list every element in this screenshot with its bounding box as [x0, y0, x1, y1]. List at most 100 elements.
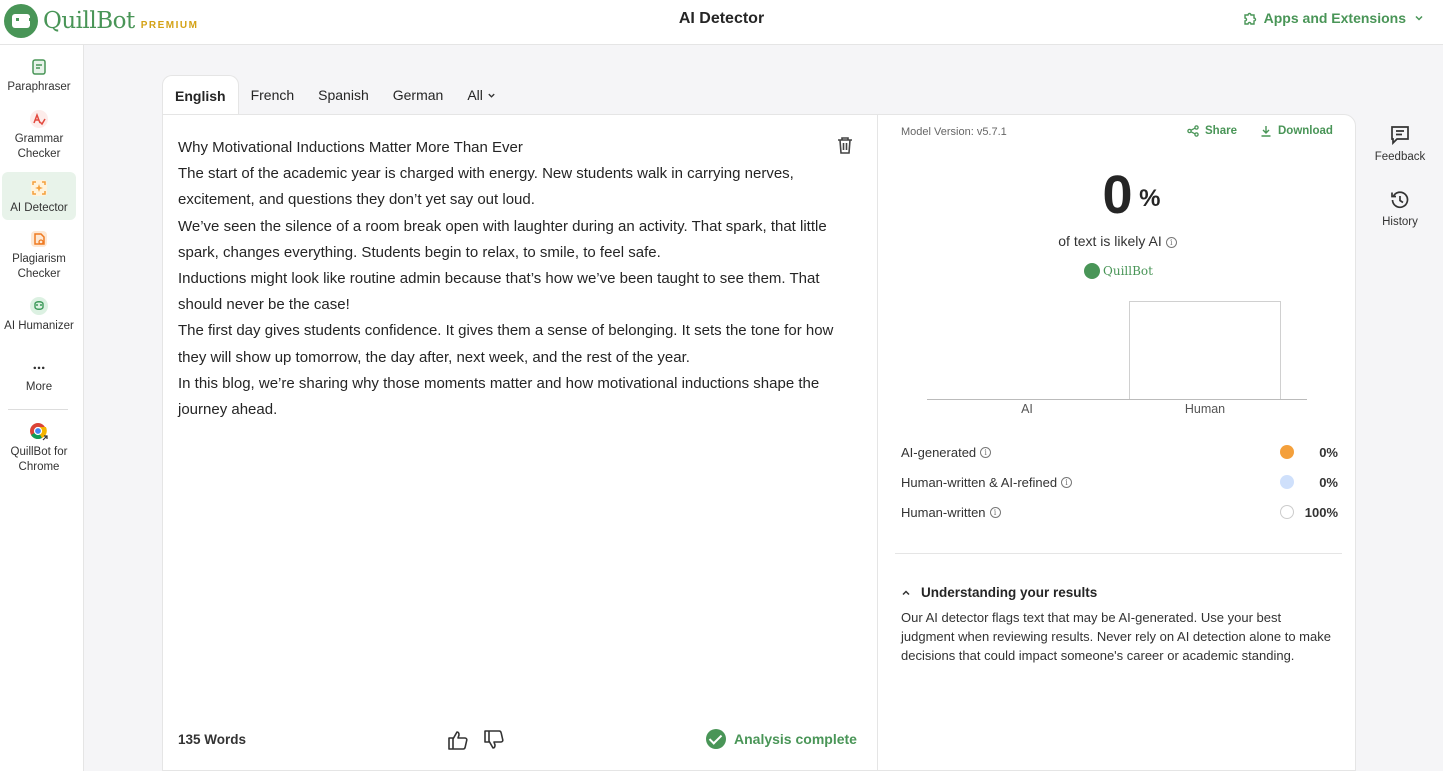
breakdown-row-ai-generated: AI-generated i 0% — [901, 437, 1338, 467]
quillbot-logo-icon — [1084, 263, 1100, 279]
tab-all-dropdown[interactable]: All — [455, 75, 508, 115]
model-version: Model Version: v5.7.1 — [901, 126, 1007, 138]
score-unit: % — [1139, 185, 1161, 212]
download-label: Download — [1278, 125, 1333, 137]
sidebar-item-grammar-checker[interactable]: Grammar Checker — [2, 109, 76, 165]
info-icon[interactable]: i — [989, 506, 1001, 518]
page-title: AI Detector — [678, 10, 765, 27]
info-icon[interactable]: i — [1165, 237, 1177, 248]
results-breakdown: AI-generated i 0% Human-written & AI-refi… — [901, 437, 1338, 527]
history-label: History — [1382, 216, 1418, 228]
info-icon[interactable]: i — [980, 446, 992, 458]
ai-generated-dot — [1280, 445, 1294, 459]
understanding-toggle[interactable]: Understanding your results — [901, 585, 1097, 600]
feedback-icon — [1391, 126, 1409, 145]
trash-icon[interactable] — [836, 135, 854, 155]
sidebar-item-label: Paraphraser — [7, 81, 71, 93]
breakdown-value: 100% — [1304, 504, 1338, 520]
results-divider — [895, 553, 1342, 554]
ai-score-value: 0% — [1102, 165, 1160, 225]
editor-paragraph: In this blog, we’re sharing why those mo… — [178, 374, 820, 419]
top-bar: QuillBot PREMIUM AI Detector Apps and Ex… — [0, 0, 1443, 45]
thumbs-down-icon[interactable] — [483, 729, 505, 751]
analysis-status: Analysis complete — [706, 729, 857, 749]
tab-german[interactable]: German — [381, 75, 456, 115]
detector-card: Why Motivational Inductions Matter More … — [162, 114, 1356, 771]
sidebar-item-ai-detector[interactable]: AI Detector — [2, 172, 76, 220]
sidebar-item-label: Grammar Checker — [14, 133, 64, 160]
sidebar-item-ai-humanizer[interactable]: AI Humanizer — [2, 296, 76, 352]
tab-french[interactable]: French — [239, 75, 307, 115]
share-button[interactable]: Share — [1187, 125, 1237, 137]
tab-spanish[interactable]: Spanish — [306, 75, 381, 115]
quillbot-brand-mark: QuillBot — [1084, 263, 1153, 279]
sidebar-item-label: AI Detector — [10, 202, 68, 214]
tab-english[interactable]: English — [162, 75, 239, 116]
plagiarism-checker-icon — [31, 231, 47, 247]
understanding-text: Our AI detector flags text that may be A… — [901, 610, 1331, 663]
sidebar-item-more[interactable]: More — [2, 363, 76, 399]
sidebar-item-label: More — [25, 381, 53, 393]
sidebar: Paraphraser Grammar Checker AI Detector … — [0, 45, 84, 771]
chart-x-axis — [927, 399, 1307, 400]
human-written-dot — [1280, 505, 1294, 519]
history-icon — [1391, 191, 1409, 209]
sidebar-item-label: AI Humanizer — [4, 320, 74, 332]
history-button[interactable]: History — [1368, 190, 1432, 228]
breakdown-row-human-ai-refined: Human-written & AI-refined i 0% — [901, 467, 1338, 497]
tab-all-label: All — [467, 87, 483, 103]
sidebar-item-quillbot-for-chrome[interactable]: QuillBot for Chrome — [2, 422, 76, 478]
chart-tick-label: AI — [1021, 402, 1033, 416]
breakdown-row-human-written: Human-written i 100% — [901, 497, 1338, 527]
check-circle-icon — [706, 729, 726, 749]
editor-paragraph: Why Motivational Inductions Matter More … — [178, 139, 523, 156]
apps-and-extensions-button[interactable]: Apps and Extensions — [1243, 10, 1431, 26]
breakdown-label: Human-written & AI-refined — [901, 474, 1058, 490]
chevron-up-icon — [902, 589, 910, 595]
ai-detector-icon — [31, 180, 47, 196]
info-icon[interactable]: i — [1061, 476, 1073, 488]
puzzle-icon — [1243, 12, 1256, 25]
editor-paragraph: The first day gives students confidence.… — [178, 322, 834, 366]
grammar-checker-icon — [30, 110, 48, 128]
breakdown-value: 0% — [1319, 474, 1338, 490]
more-dots-icon — [33, 366, 45, 370]
ai-vs-human-chart: AI Human — [927, 299, 1309, 419]
word-count: 135 Words — [178, 732, 247, 747]
results-panel: Model Version: v5.7.1 Share Download 0% … — [879, 115, 1356, 771]
chart-bar-human — [1129, 301, 1281, 399]
share-icon — [1187, 125, 1199, 137]
text-editor[interactable]: Why Motivational Inductions Matter More … — [163, 115, 878, 771]
score-caption-text: of text is likely AI — [1058, 233, 1162, 249]
thumbs-up-icon[interactable] — [447, 729, 469, 751]
editor-paragraph: We’ve seen the silence of a room break o… — [178, 217, 827, 261]
chevron-down-icon — [1415, 15, 1423, 21]
breakdown-value: 0% — [1319, 444, 1338, 460]
understanding-title: Understanding your results — [921, 585, 1098, 600]
chrome-icon — [30, 423, 48, 441]
editor-paragraph: The start of the academic year is charge… — [178, 165, 794, 209]
sidebar-item-label: Plagiarism Checker — [12, 253, 66, 280]
breakdown-label: Human-written — [901, 504, 986, 520]
share-label: Share — [1205, 125, 1237, 137]
sidebar-divider — [8, 409, 68, 410]
paraphraser-icon — [32, 59, 46, 75]
human-ai-refined-dot — [1280, 475, 1294, 489]
download-button[interactable]: Download — [1260, 125, 1333, 137]
score-caption: of text is likely AI i — [879, 233, 1356, 249]
ai-score: 0% — [879, 165, 1356, 225]
feedback-thumbs — [447, 729, 519, 751]
analysis-status-label: Analysis complete — [734, 731, 857, 747]
sidebar-item-paraphraser[interactable]: Paraphraser — [2, 57, 76, 99]
sidebar-item-plagiarism-checker[interactable]: Plagiarism Checker — [2, 229, 76, 285]
editor-text-area[interactable]: Why Motivational Inductions Matter More … — [178, 135, 843, 423]
ai-humanizer-icon — [30, 297, 48, 315]
apps-and-extensions-label: Apps and Extensions — [1263, 10, 1406, 26]
feedback-button[interactable]: Feedback — [1368, 125, 1432, 163]
chevron-down-icon — [488, 93, 495, 98]
chart-tick-label: Human — [1184, 402, 1226, 416]
download-icon — [1261, 126, 1271, 137]
sidebar-item-label: QuillBot for Chrome — [10, 446, 68, 473]
editor-paragraph: Inductions might look like routine admin… — [178, 270, 820, 314]
breakdown-label: AI-generated — [901, 444, 977, 460]
